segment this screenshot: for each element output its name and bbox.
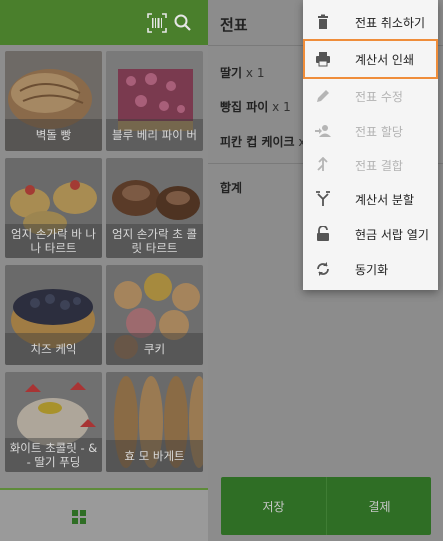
product-panel: 벽돌 빵 블루 베리 파이 버 엄지 손가락 바 나나 타르트 엄지 손가락 초… [0,0,208,541]
item-name: 딸기 [220,66,243,80]
menu-item-split-bill[interactable]: 계산서 분할 [303,179,438,219]
bottom-nav [0,488,208,541]
total-label: 합계 [220,181,243,195]
item-qty: x 1 [268,100,291,114]
action-bar: 저장 결제 [221,477,431,535]
product-tile[interactable]: 엄지 손가락 바 나나 타르트 [5,158,102,258]
product-name: 화이트 초콜릿 - & - 딸기 푸딩 [5,438,102,472]
product-name: 엄지 손가락 바 나나 타르트 [5,224,102,258]
product-toolbar [0,0,208,45]
ticket-line-item[interactable]: 딸기 x 1 [220,64,264,81]
grid-icon[interactable] [72,510,86,524]
ticket-line-item[interactable]: 피칸 컵 케이크 x [220,133,306,150]
barcode-icon[interactable] [146,12,168,34]
item-qty: x 1 [242,66,265,80]
product-name: 블루 베리 파이 버 [106,119,203,151]
menu-item-label: 계산서 인쇄 [355,52,415,67]
menu-item-sync[interactable]: 동기화 [303,249,438,289]
pay-button[interactable]: 결제 [327,477,432,535]
product-name: 치즈 케익 [5,333,102,365]
menu-item-label: 전표 수정 [355,89,403,104]
menu-item-edit-ticket[interactable]: 전표 수정 [303,76,438,116]
ticket-title: 전표 [220,16,248,34]
product-name: 벽돌 빵 [5,119,102,151]
printer-icon [316,52,330,67]
trash-icon [318,14,328,29]
menu-item-label: 계산서 분할 [355,192,415,207]
merge-icon [317,157,328,171]
product-tile[interactable]: 화이트 초콜릿 - & - 딸기 푸딩 [5,372,102,472]
product-name: 엄지 손가락 초 콜릿 타르트 [106,224,203,258]
assign-person-icon [315,125,331,137]
menu-item-label: 동기화 [355,262,389,277]
product-name: 효 모 바게트 [106,440,203,472]
product-tile[interactable]: 효 모 바게트 [106,372,203,472]
menu-item-label: 전표 할당 [355,124,403,139]
product-tile[interactable]: 벽돌 빵 [5,51,102,151]
save-button[interactable]: 저장 [221,477,326,535]
ticket-line-item[interactable]: 빵집 파이 x 1 [220,98,291,115]
product-tile[interactable]: 블루 베리 파이 버 [106,51,203,151]
menu-item-label: 전표 결합 [355,158,403,173]
ticket-options-menu: 전표 취소하기 계산서 인쇄 전표 수정 전표 할당 전표 결합 계산서 분할 [303,0,438,290]
menu-item-open-cash-drawer[interactable]: 현금 서랍 열기 [303,214,438,254]
menu-item-label: 전표 취소하기 [355,15,426,30]
product-tile[interactable]: 엄지 손가락 초 콜릿 타르트 [106,158,203,258]
item-name: 피칸 컵 케이크 [220,135,295,149]
product-tile[interactable]: 치즈 케익 [5,265,102,365]
split-icon [316,191,330,206]
menu-item-print-receipt[interactable]: 계산서 인쇄 [303,39,438,79]
pencil-icon [317,90,329,102]
menu-item-label: 현금 서랍 열기 [355,227,429,242]
product-grid: 벽돌 빵 블루 베리 파이 버 엄지 손가락 바 나나 타르트 엄지 손가락 초… [0,45,208,478]
menu-item-cancel-ticket[interactable]: 전표 취소하기 [303,2,438,42]
product-tile[interactable]: 쿠키 [106,265,203,365]
unlock-icon [317,226,329,241]
sync-icon [317,262,329,276]
product-name: 쿠키 [106,333,203,365]
item-name: 빵집 파이 [220,100,269,114]
search-icon[interactable] [172,12,194,34]
